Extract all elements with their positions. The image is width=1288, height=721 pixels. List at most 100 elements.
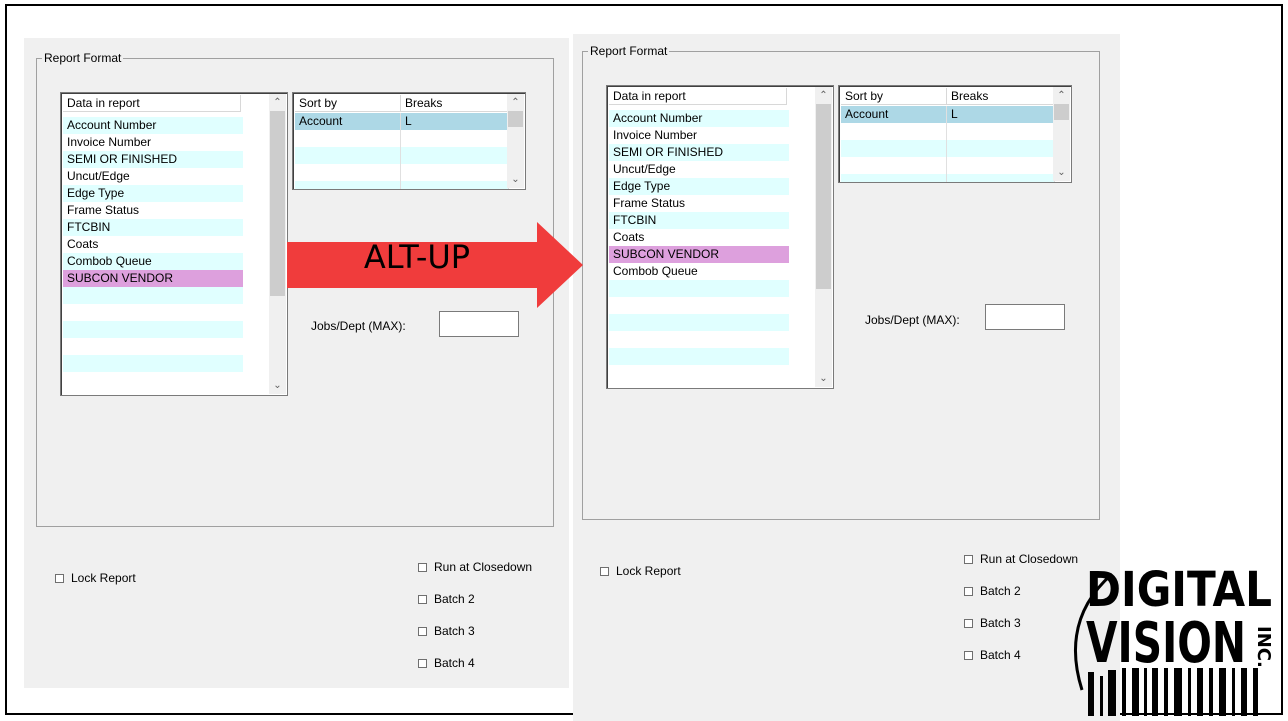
list-item[interactable]: Invoice Number (609, 127, 789, 144)
breaks-cell[interactable] (947, 174, 1055, 182)
table-row[interactable]: Account L (841, 106, 1055, 123)
list-item[interactable] (63, 338, 243, 355)
table-row[interactable] (841, 140, 1055, 157)
breaks-cell[interactable] (401, 164, 509, 181)
scroll-up-icon[interactable]: ⌃ (1053, 87, 1070, 104)
sort-by-cell[interactable] (841, 123, 947, 140)
list-item[interactable]: Frame Status (63, 202, 243, 219)
checkbox-box-icon[interactable] (964, 618, 973, 628)
right-sort-by-grid[interactable]: Sort by Breaks Account L ⌃ ⌄ (838, 85, 1072, 183)
scroll-down-icon[interactable]: ⌄ (1053, 164, 1070, 181)
table-row[interactable] (841, 174, 1055, 182)
left-jobs-dept-input[interactable] (439, 311, 519, 337)
table-row[interactable] (841, 157, 1055, 174)
list-item[interactable]: SUBCON VENDOR (63, 270, 243, 287)
table-row[interactable] (295, 130, 509, 147)
sort-by-cell[interactable] (841, 157, 947, 174)
list-item[interactable] (63, 372, 243, 389)
breaks-cell[interactable] (401, 147, 509, 164)
breaks-cell[interactable] (947, 123, 1055, 140)
list-item[interactable] (63, 355, 243, 372)
left-data-list-scrollbar[interactable]: ⌃ ⌄ (269, 94, 286, 394)
left-batch-3-checkbox[interactable]: Batch 3 (418, 624, 475, 638)
right-batch-4-checkbox[interactable]: Batch 4 (964, 648, 1021, 662)
breaks-cell[interactable] (947, 140, 1055, 157)
right-data-list-scrollbar[interactable]: ⌃ ⌄ (815, 87, 832, 387)
left-lock-report-checkbox[interactable]: Lock Report (55, 571, 136, 585)
table-row[interactable] (295, 147, 509, 164)
breaks-cell[interactable]: L (947, 106, 1055, 123)
table-row[interactable] (841, 123, 1055, 140)
list-item[interactable] (609, 280, 789, 297)
list-item[interactable] (63, 304, 243, 321)
right-sort-grid-scroll-thumb[interactable] (1054, 104, 1069, 120)
list-item[interactable] (609, 314, 789, 331)
breaks-cell[interactable] (401, 130, 509, 147)
scroll-down-icon[interactable]: ⌄ (815, 370, 832, 387)
list-item[interactable]: FTCBIN (63, 219, 243, 236)
sort-by-cell[interactable] (841, 140, 947, 157)
table-row[interactable] (295, 164, 509, 181)
checkbox-box-icon[interactable] (418, 658, 427, 668)
breaks-cell[interactable] (401, 181, 509, 189)
scroll-up-icon[interactable]: ⌃ (269, 94, 286, 111)
checkbox-box-icon[interactable] (964, 554, 973, 564)
right-jobs-dept-input[interactable] (985, 304, 1065, 330)
checkbox-box-icon[interactable] (55, 573, 64, 583)
list-item[interactable] (609, 365, 789, 382)
list-item[interactable]: Edge Type (63, 185, 243, 202)
left-batch-2-checkbox[interactable]: Batch 2 (418, 592, 475, 606)
checkbox-box-icon[interactable] (600, 566, 609, 576)
list-item[interactable]: Edge Type (609, 178, 789, 195)
checkbox-box-icon[interactable] (418, 562, 427, 572)
left-sort-grid-scroll-thumb[interactable] (508, 111, 523, 127)
right-lock-report-checkbox[interactable]: Lock Report (600, 564, 681, 578)
scroll-down-icon[interactable]: ⌄ (507, 171, 524, 188)
left-sort-grid-scrollbar[interactable]: ⌃ ⌄ (507, 94, 524, 188)
breaks-cell[interactable] (947, 157, 1055, 174)
list-item[interactable]: SEMI OR FINISHED (63, 151, 243, 168)
left-batch-4-checkbox[interactable]: Batch 4 (418, 656, 475, 670)
left-sort-by-header[interactable]: Sort by (295, 95, 401, 111)
left-run-at-closedown-checkbox[interactable]: Run at Closedown (418, 560, 532, 574)
sort-by-cell[interactable] (295, 181, 401, 189)
table-row[interactable]: Account L (295, 113, 509, 130)
list-item[interactable]: SUBCON VENDOR (609, 246, 789, 263)
list-item[interactable] (609, 348, 789, 365)
checkbox-box-icon[interactable] (964, 650, 973, 660)
list-item[interactable]: Coats (609, 229, 789, 246)
left-data-list-header[interactable]: Data in report (63, 95, 241, 112)
list-item[interactable]: Account Number (63, 117, 243, 134)
checkbox-box-icon[interactable] (418, 626, 427, 636)
list-item[interactable]: Uncut/Edge (63, 168, 243, 185)
right-data-in-report-list[interactable]: Data in report Account Number Invoice Num… (606, 85, 834, 389)
checkbox-box-icon[interactable] (418, 594, 427, 604)
right-data-list-header[interactable]: Data in report (609, 88, 787, 105)
left-data-in-report-list[interactable]: Data in report Account Number Invoice Num… (60, 92, 288, 396)
list-item[interactable]: Account Number (609, 110, 789, 127)
sort-by-cell[interactable] (295, 130, 401, 147)
right-sort-grid-scrollbar[interactable]: ⌃ ⌄ (1053, 87, 1070, 181)
sort-by-cell[interactable]: Account (841, 106, 947, 123)
sort-by-cell[interactable]: Account (295, 113, 401, 130)
list-item[interactable]: Frame Status (609, 195, 789, 212)
breaks-cell[interactable]: L (401, 113, 509, 130)
list-item[interactable]: SEMI OR FINISHED (609, 144, 789, 161)
right-breaks-header[interactable]: Breaks (947, 88, 1055, 104)
right-batch-2-checkbox[interactable]: Batch 2 (964, 584, 1021, 598)
list-item[interactable] (609, 331, 789, 348)
sort-by-cell[interactable] (295, 164, 401, 181)
left-sort-by-grid[interactable]: Sort by Breaks Account L ⌃ ⌄ (292, 92, 526, 190)
scroll-up-icon[interactable]: ⌃ (507, 94, 524, 111)
sort-by-cell[interactable] (295, 147, 401, 164)
list-item[interactable]: Uncut/Edge (609, 161, 789, 178)
table-row[interactable] (295, 181, 509, 189)
right-sort-by-header[interactable]: Sort by (841, 88, 947, 104)
sort-by-cell[interactable] (841, 174, 947, 182)
list-item[interactable]: Coats (63, 236, 243, 253)
list-item[interactable] (63, 287, 243, 304)
left-data-list-scroll-thumb[interactable] (270, 111, 285, 296)
right-batch-3-checkbox[interactable]: Batch 3 (964, 616, 1021, 630)
scroll-up-icon[interactable]: ⌃ (815, 87, 832, 104)
list-item[interactable]: Combob Queue (609, 263, 789, 280)
